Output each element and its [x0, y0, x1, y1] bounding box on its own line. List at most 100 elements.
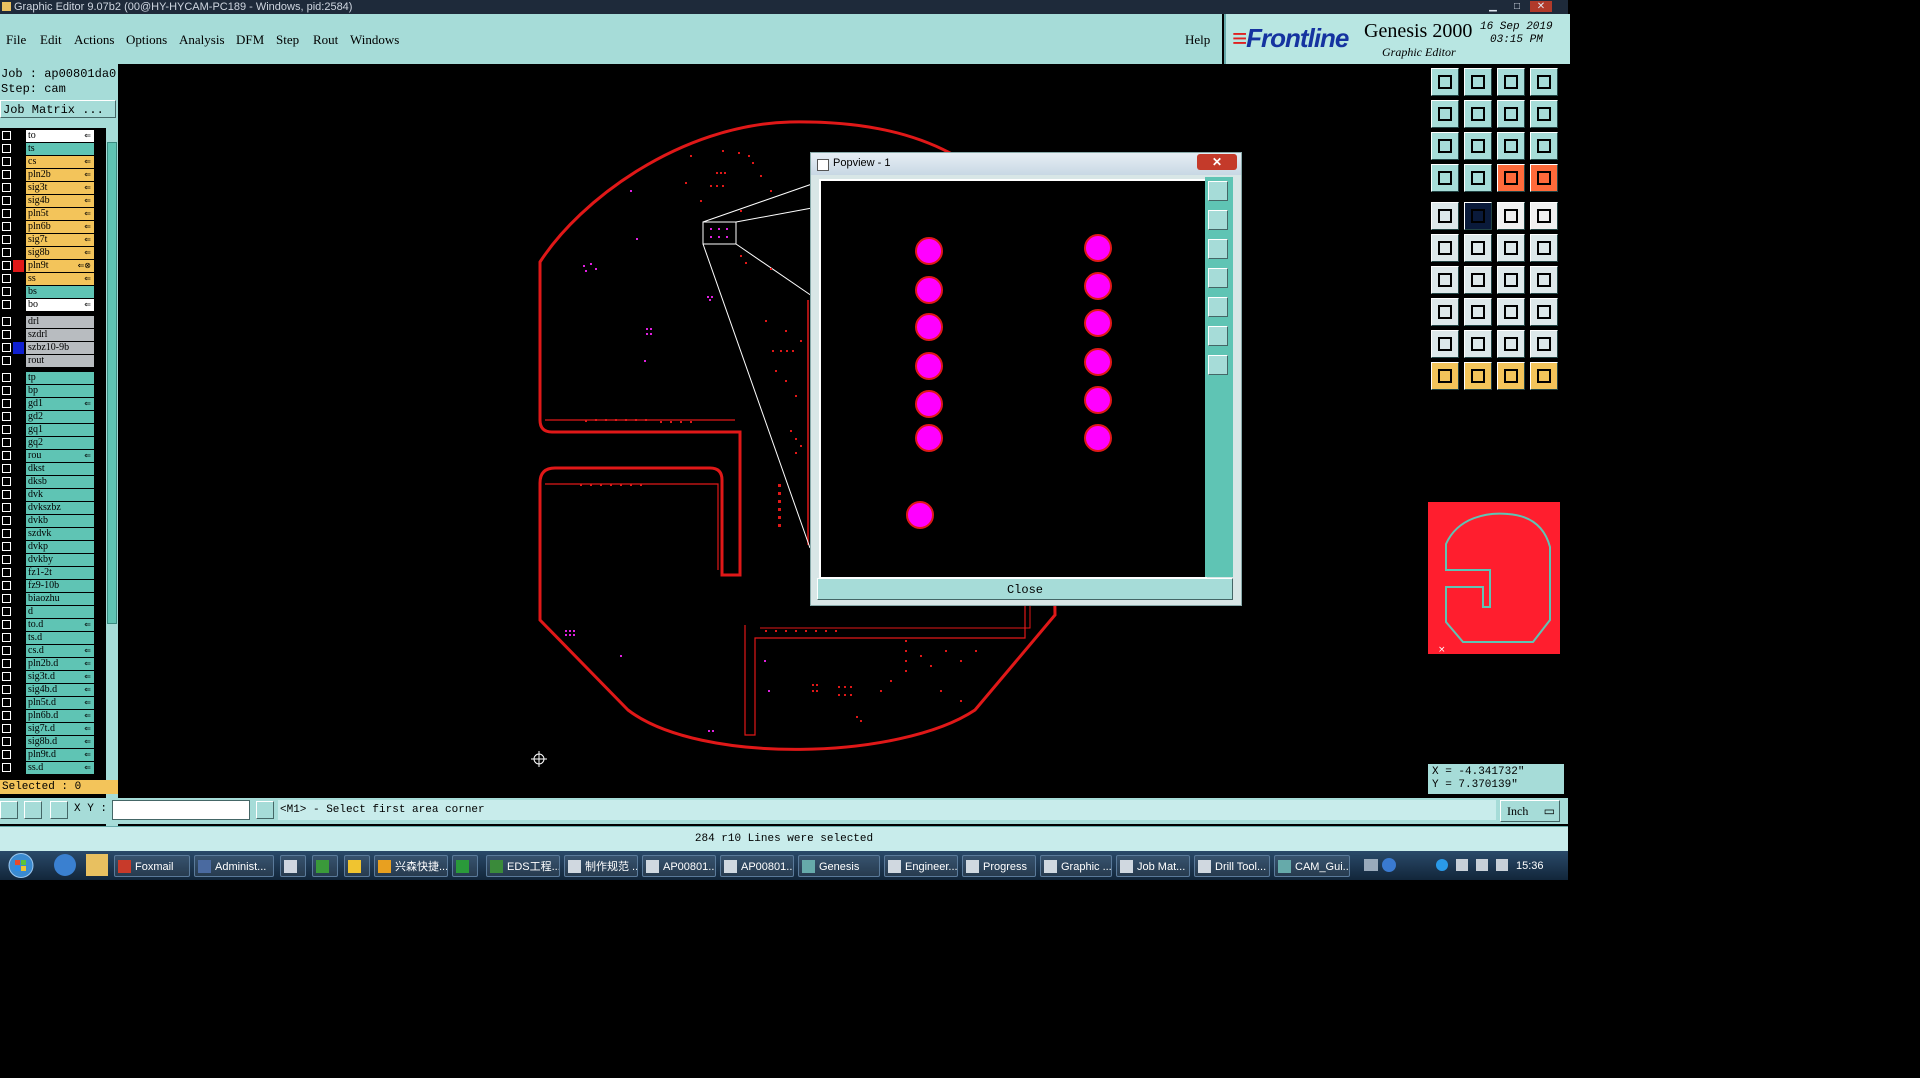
popview-title-bar[interactable]: Popview - 1 ✕: [811, 153, 1241, 175]
menu-file[interactable]: File: [6, 32, 26, 48]
popview-center-button[interactable]: [1208, 355, 1228, 375]
popview-zoom-out-button[interactable]: [1208, 239, 1228, 259]
layer-row-ss[interactable]: ss ⇐: [0, 273, 95, 285]
taskbar-item[interactable]: Graphic ...: [1040, 855, 1112, 877]
popview-zoom-area[interactable]: [819, 179, 1207, 579]
layer-row-dvkb[interactable]: dvkb: [0, 515, 95, 527]
layer-checkbox[interactable]: [2, 131, 11, 140]
layer-row-szbz10-9b[interactable]: szbz10-9b: [0, 342, 95, 354]
layer-name[interactable]: pln2b.d ⇐: [26, 658, 94, 670]
popview-close-x-button[interactable]: ✕: [1197, 154, 1237, 170]
popview-pan-right-button[interactable]: [1208, 297, 1228, 317]
layer-row-gd1[interactable]: gd1 ⇐: [0, 398, 95, 410]
layer-checkbox[interactable]: [2, 750, 11, 759]
layer-row-sig4b[interactable]: sig4b ⇐: [0, 195, 95, 207]
layer-name[interactable]: gd2: [26, 411, 94, 423]
zoom-home-icon[interactable]: [1431, 68, 1459, 96]
job-matrix-button[interactable]: Job Matrix ...: [0, 100, 116, 118]
snap-icon[interactable]: [1530, 100, 1558, 128]
layer-name[interactable]: gq1: [26, 424, 94, 436]
layer-name[interactable]: szdrl: [26, 329, 94, 341]
layer-name[interactable]: to.d ⇐: [26, 619, 94, 631]
layer-row-dvkp[interactable]: dvkp: [0, 541, 95, 553]
menu-dfm[interactable]: DFM: [236, 32, 264, 48]
layer-checkbox[interactable]: [2, 672, 11, 681]
line-icon[interactable]: [1464, 266, 1492, 294]
layer-name[interactable]: gq2: [26, 437, 94, 449]
layer-row-gq2[interactable]: gq2: [0, 437, 95, 449]
layer-row-pln6b.d[interactable]: pln6b.d ⇐: [0, 710, 95, 722]
route-icon[interactable]: [1497, 164, 1525, 192]
layer-name[interactable]: sig4b.d ⇐: [26, 684, 94, 696]
polygon-3-icon[interactable]: [1497, 330, 1525, 358]
layer-name[interactable]: sig3t.d ⇐: [26, 671, 94, 683]
polygon-4-icon[interactable]: [1530, 330, 1558, 358]
layer-row-pln9t[interactable]: pln9t ⇐⊗: [0, 260, 95, 272]
layer-name[interactable]: pln9t.d ⇐: [26, 749, 94, 761]
layer-name[interactable]: dvkszbz: [26, 502, 94, 514]
layer-name[interactable]: bs: [26, 286, 94, 298]
layer-row-dvk[interactable]: dvk: [0, 489, 95, 501]
layer-name[interactable]: cs.d ⇐: [26, 645, 94, 657]
layer-checkbox[interactable]: [2, 659, 11, 668]
select-tool-button[interactable]: [0, 801, 18, 819]
scale-1-2-icon[interactable]: [1497, 132, 1525, 160]
layer-name[interactable]: dksb: [26, 476, 94, 488]
polygon-2-icon[interactable]: [1464, 330, 1492, 358]
layer-row-rou[interactable]: rou ⇐: [0, 450, 95, 462]
layer-checkbox[interactable]: [2, 529, 11, 538]
popview-pan-left-button[interactable]: [1208, 268, 1228, 288]
layer-checkbox[interactable]: [2, 183, 11, 192]
layer-row-to[interactable]: to ⇐: [0, 130, 95, 142]
layer-checkbox[interactable]: [2, 343, 11, 352]
layer-checkbox[interactable]: [2, 568, 11, 577]
add-line-icon[interactable]: [1497, 202, 1525, 230]
layer-name[interactable]: biaozhu: [26, 593, 94, 605]
minimize-button[interactable]: ▁: [1482, 1, 1504, 12]
add-arc-icon[interactable]: [1464, 202, 1492, 230]
layer-name[interactable]: szbz10-9b: [26, 342, 94, 354]
layer-row-sig7t[interactable]: sig7t ⇐: [0, 234, 95, 246]
layer-row-sig3t.d[interactable]: sig3t.d ⇐: [0, 671, 95, 683]
fit-width-icon[interactable]: [1464, 132, 1492, 160]
layer-row-dksb[interactable]: dksb: [0, 476, 95, 488]
layer-row-szdvk[interactable]: szdvk: [0, 528, 95, 540]
taskbar-item[interactable]: [312, 855, 338, 877]
layer-checkbox[interactable]: [2, 261, 11, 270]
command-toggle-button[interactable]: [256, 801, 274, 819]
layer-row-cs.d[interactable]: cs.d ⇐: [0, 645, 95, 657]
connect-2-icon[interactable]: [1530, 234, 1558, 262]
layer-checkbox[interactable]: [2, 516, 11, 525]
ie-icon[interactable]: [54, 854, 76, 876]
layer-name[interactable]: ss.d ⇐: [26, 762, 94, 774]
layer-name[interactable]: ss ⇐: [26, 273, 94, 285]
taskbar-item[interactable]: [452, 855, 478, 877]
layer-name[interactable]: dvkb: [26, 515, 94, 527]
taskbar-item[interactable]: Genesis: [798, 855, 880, 877]
unit-selector[interactable]: Inch ▭: [1500, 800, 1560, 822]
query-icon[interactable]: [1530, 132, 1558, 160]
taskbar-item[interactable]: 制作规范 ...: [564, 855, 638, 877]
measure-tool-button[interactable]: [24, 801, 42, 819]
layer-name[interactable]: dkst: [26, 463, 94, 475]
grid-icon[interactable]: [1464, 164, 1492, 192]
taskbar-item[interactable]: CAM_Gui...: [1274, 855, 1350, 877]
copy-icon[interactable]: [1530, 298, 1558, 326]
maximize-button[interactable]: □: [1506, 1, 1528, 12]
scrollbar-thumb[interactable]: [107, 142, 117, 624]
layer-checkbox[interactable]: [2, 330, 11, 339]
layer-row-rout[interactable]: rout: [0, 355, 95, 367]
layer-row-pln5t.d[interactable]: pln5t.d ⇐: [0, 697, 95, 709]
fit-all-icon[interactable]: [1431, 132, 1459, 160]
layer-checkbox[interactable]: [2, 542, 11, 551]
add-pad-icon[interactable]: [1431, 202, 1459, 230]
layer-name[interactable]: pln6b ⇐: [26, 221, 94, 233]
taskbar-item[interactable]: [280, 855, 306, 877]
layer-name[interactable]: sig8b.d ⇐: [26, 736, 94, 748]
layer-scrollbar[interactable]: [106, 128, 118, 840]
move-icon[interactable]: [1431, 234, 1459, 262]
layer-checkbox[interactable]: [2, 170, 11, 179]
layer-name[interactable]: pln5t ⇐: [26, 208, 94, 220]
layer-name[interactable]: fz1-2t: [26, 567, 94, 579]
layer-checkbox[interactable]: [2, 209, 11, 218]
